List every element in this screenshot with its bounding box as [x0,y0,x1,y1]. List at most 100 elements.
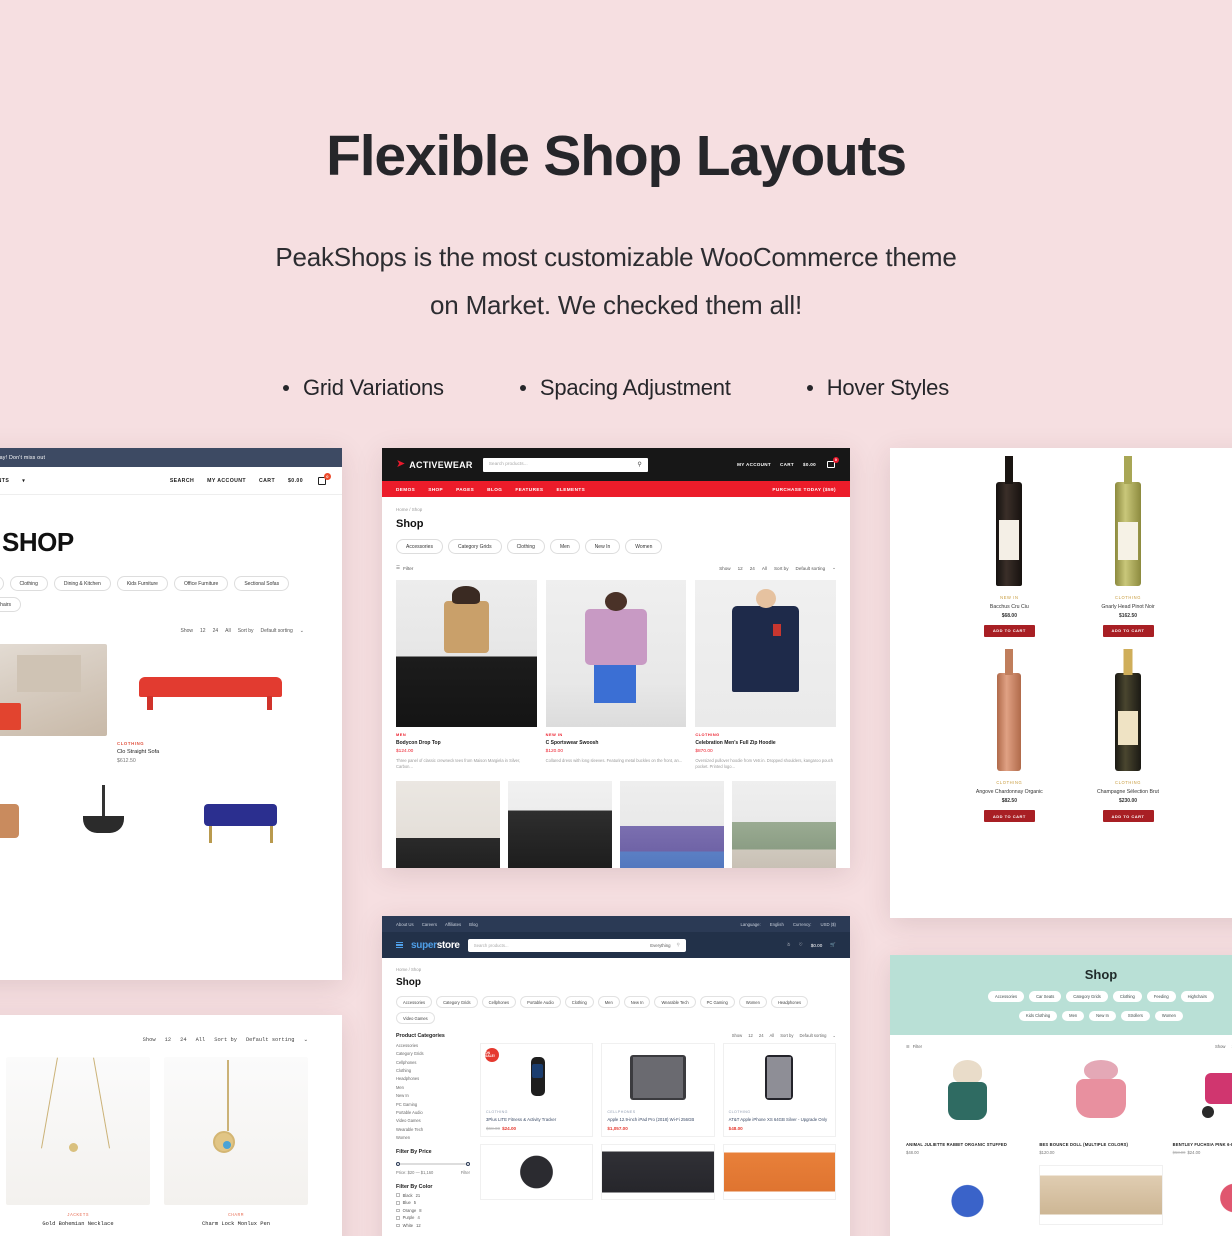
category-chip[interactable]: Women [1154,1010,1183,1022]
category-chip[interactable]: Tables & Chairs [0,597,22,612]
product-name[interactable]: Gnarly Head Pinot Noir [1073,600,1184,610]
shop-toolbar[interactable]: ☰ Filter Show 12 24 All Sort by Default [890,1035,1232,1049]
product-name[interactable]: Bacchus Cru Ciu [954,600,1065,610]
product-image[interactable] [1038,1165,1164,1226]
product-card[interactable] [182,778,304,864]
utility-link-blog[interactable]: Blog [469,922,478,927]
category-chip[interactable]: Men [1062,1010,1085,1022]
product-image[interactable] [396,580,537,727]
category-chip[interactable]: Video Games [396,1012,435,1025]
checkbox-icon[interactable] [396,1223,400,1228]
product-name[interactable]: BES BOUNCE DOLL (MULTIPLE COLORS) [1039,1135,1162,1147]
product-image[interactable] [620,781,724,868]
product-name[interactable]: Angove Chardonnay Organic [954,785,1065,795]
product-card[interactable]: ON SALE! BENTLEY FUCHSIA PINK 6-IN-1 STR… [1173,1057,1232,1155]
product-card[interactable]: NEW IN Bacchus Cru Ciu $68.00 ADD TO CAR… [954,456,1065,638]
filter-button[interactable]: Filter [403,566,413,571]
product-card[interactable]: BES BOUNCE DOLL (MULTIPLE COLORS) $120.0… [1039,1057,1162,1155]
sort-select[interactable]: Default sorting [261,628,293,634]
category-chip[interactable]: Men [597,996,620,1009]
primary-nav[interactable]: DEMOS SHOP PAGES BLOG FEATURES ELEMENTS … [382,481,850,497]
category-chip-list-row-2[interactable]: Kids Clothing Men New In Strollers Women [890,1002,1232,1022]
product-name[interactable]: AT&T Apple iPhone XS 64GB Silver - Upgra… [729,1114,830,1123]
show-option-all[interactable]: All [762,566,767,571]
product-card[interactable]: ANIMAL JULIETTE RABBIT ORGANIC STUFFED $… [906,1057,1029,1155]
product-name[interactable]: Clo Straight Sofa [117,746,304,755]
category-chip[interactable]: Clothing [564,996,594,1009]
product-name[interactable]: Champagne Sélection Brut [1073,785,1184,795]
product-name[interactable]: Celebration Men's Full Zip Hoodie [695,737,836,746]
category-chip[interactable]: New In [584,539,621,554]
nav-item-blog[interactable]: BLOG [487,487,502,492]
price-slider-max-handle[interactable] [466,1162,470,1167]
utility-link-careers[interactable]: Careers [422,922,437,927]
cart-icon[interactable]: 0 [825,457,839,470]
show-option-all[interactable]: All [770,1033,775,1038]
product-name[interactable]: Gold Bohemian Necklace [6,1218,150,1227]
my-account-link[interactable]: MY ACCOUNT [737,462,771,467]
breadcrumb[interactable]: Home / Shop [382,497,850,512]
sort-select[interactable]: Default sorting [799,1033,826,1038]
toy-shop-screenshot[interactable]: Shop Accessories Car Seats Category Grid… [890,955,1232,1236]
currency-select[interactable]: USD ($) [820,922,836,927]
cart-icon[interactable]: 🛒 [830,942,836,948]
category-chip[interactable]: Headphones [770,996,809,1009]
activewear-shop-screenshot[interactable]: ➤ ACTIVEWEAR Search products... ⚲ MY ACC… [382,448,850,868]
cart-label[interactable]: CART [259,478,275,484]
product-image[interactable] [486,1049,588,1106]
category-chip-list[interactable]: ry Grids Clothing Dining & Kitchen Kids … [0,558,300,612]
product-image[interactable] [906,1057,1029,1135]
product-image[interactable] [954,456,1065,586]
show-option-24[interactable]: 24 [213,628,219,634]
product-image[interactable] [51,778,173,864]
sidebar-category-item[interactable]: Wearable Tech [396,1123,470,1132]
category-chip[interactable]: Men [549,539,580,554]
product-card[interactable]: CLOTHING Champagne Sélection Brut $230.0… [1073,649,1184,823]
category-chip[interactable]: New In [1089,1010,1116,1022]
color-filter-option[interactable]: Purple 4 [396,1213,470,1220]
product-name[interactable]: Delizioso [1191,785,1232,795]
filter-submit-button[interactable]: Filter [461,1170,470,1175]
product-image[interactable] [480,1144,594,1201]
sidebar-category-item[interactable]: Men [396,1081,470,1090]
product-image[interactable] [182,778,304,864]
shop-sort-bar[interactable]: Show 12 24 All Sort by Default sorting ⌄ [480,1033,836,1043]
category-chip[interactable]: Accessories [988,991,1025,1002]
product-card[interactable]: CLOTHING Clo Straight Sofa $612.50 [117,644,304,764]
color-filter-option[interactable]: Black 21 [396,1190,470,1198]
add-to-cart-button[interactable]: ADD TO CART [1102,809,1154,823]
show-option-24[interactable]: 24 [180,1037,186,1043]
category-chip[interactable]: Category Grids [436,996,478,1009]
sidebar-category-item[interactable]: Video Games [396,1115,470,1123]
product-card[interactable]: ES ble Lamp ODUCTS [0,644,107,764]
price-range-slider[interactable] [396,1160,470,1168]
checkbox-icon[interactable] [396,1193,400,1197]
product-image[interactable] [1173,1057,1232,1135]
category-chip[interactable]: Kids Furniture [116,576,168,591]
product-card[interactable]: MEN Bodycon Drop Top $124.00 Three panel… [396,580,537,770]
nav-item-pages[interactable]: PAGES [456,487,474,492]
sidebar-category-item[interactable]: Accessories [396,1039,470,1048]
filter-icon[interactable]: ☰ [396,565,400,571]
furniture-shop-screenshot[interactable]: Black Friday deals end today! Don't miss… [0,448,342,980]
color-filter-option[interactable]: White 12 [396,1220,470,1228]
product-image[interactable] [1191,651,1232,771]
product-image[interactable] [1073,456,1184,586]
search-link[interactable]: SEARCH [170,478,194,484]
product-card[interactable]: JACKETS Gold Bohemian Necklace [6,1057,150,1227]
show-option-12[interactable]: 12 [200,628,206,634]
account-icon[interactable]: ☃ [787,942,791,948]
category-chip-list[interactable]: Accessories Category Grids Clothing Men … [382,530,850,554]
shop-sort-bar[interactable]: Show 12 24 All Sort by Default sorting ⌄ [0,1015,342,1043]
nav-item-elements[interactable]: ELEMENTS [556,487,585,492]
header-utility-nav[interactable]: MY ACCOUNT CART $0.00 0 [737,457,839,470]
category-chip[interactable]: Wearable Tech [654,996,696,1009]
category-chip[interactable]: Strollers [1120,1010,1150,1022]
search-icon[interactable]: ⚲ [677,942,680,948]
category-chip[interactable]: Sectional Sofas [234,576,290,591]
product-card[interactable]: NEW IN C Sportswear Swoosh $120.00 Colla… [545,580,687,770]
product-card[interactable] [51,778,173,864]
product-card[interactable] [0,778,42,864]
product-name[interactable]: BENTLEY FUCHSIA PINK 6-IN-1 STROLLER [1173,1135,1232,1147]
category-chip[interactable]: Accessories [396,539,443,554]
